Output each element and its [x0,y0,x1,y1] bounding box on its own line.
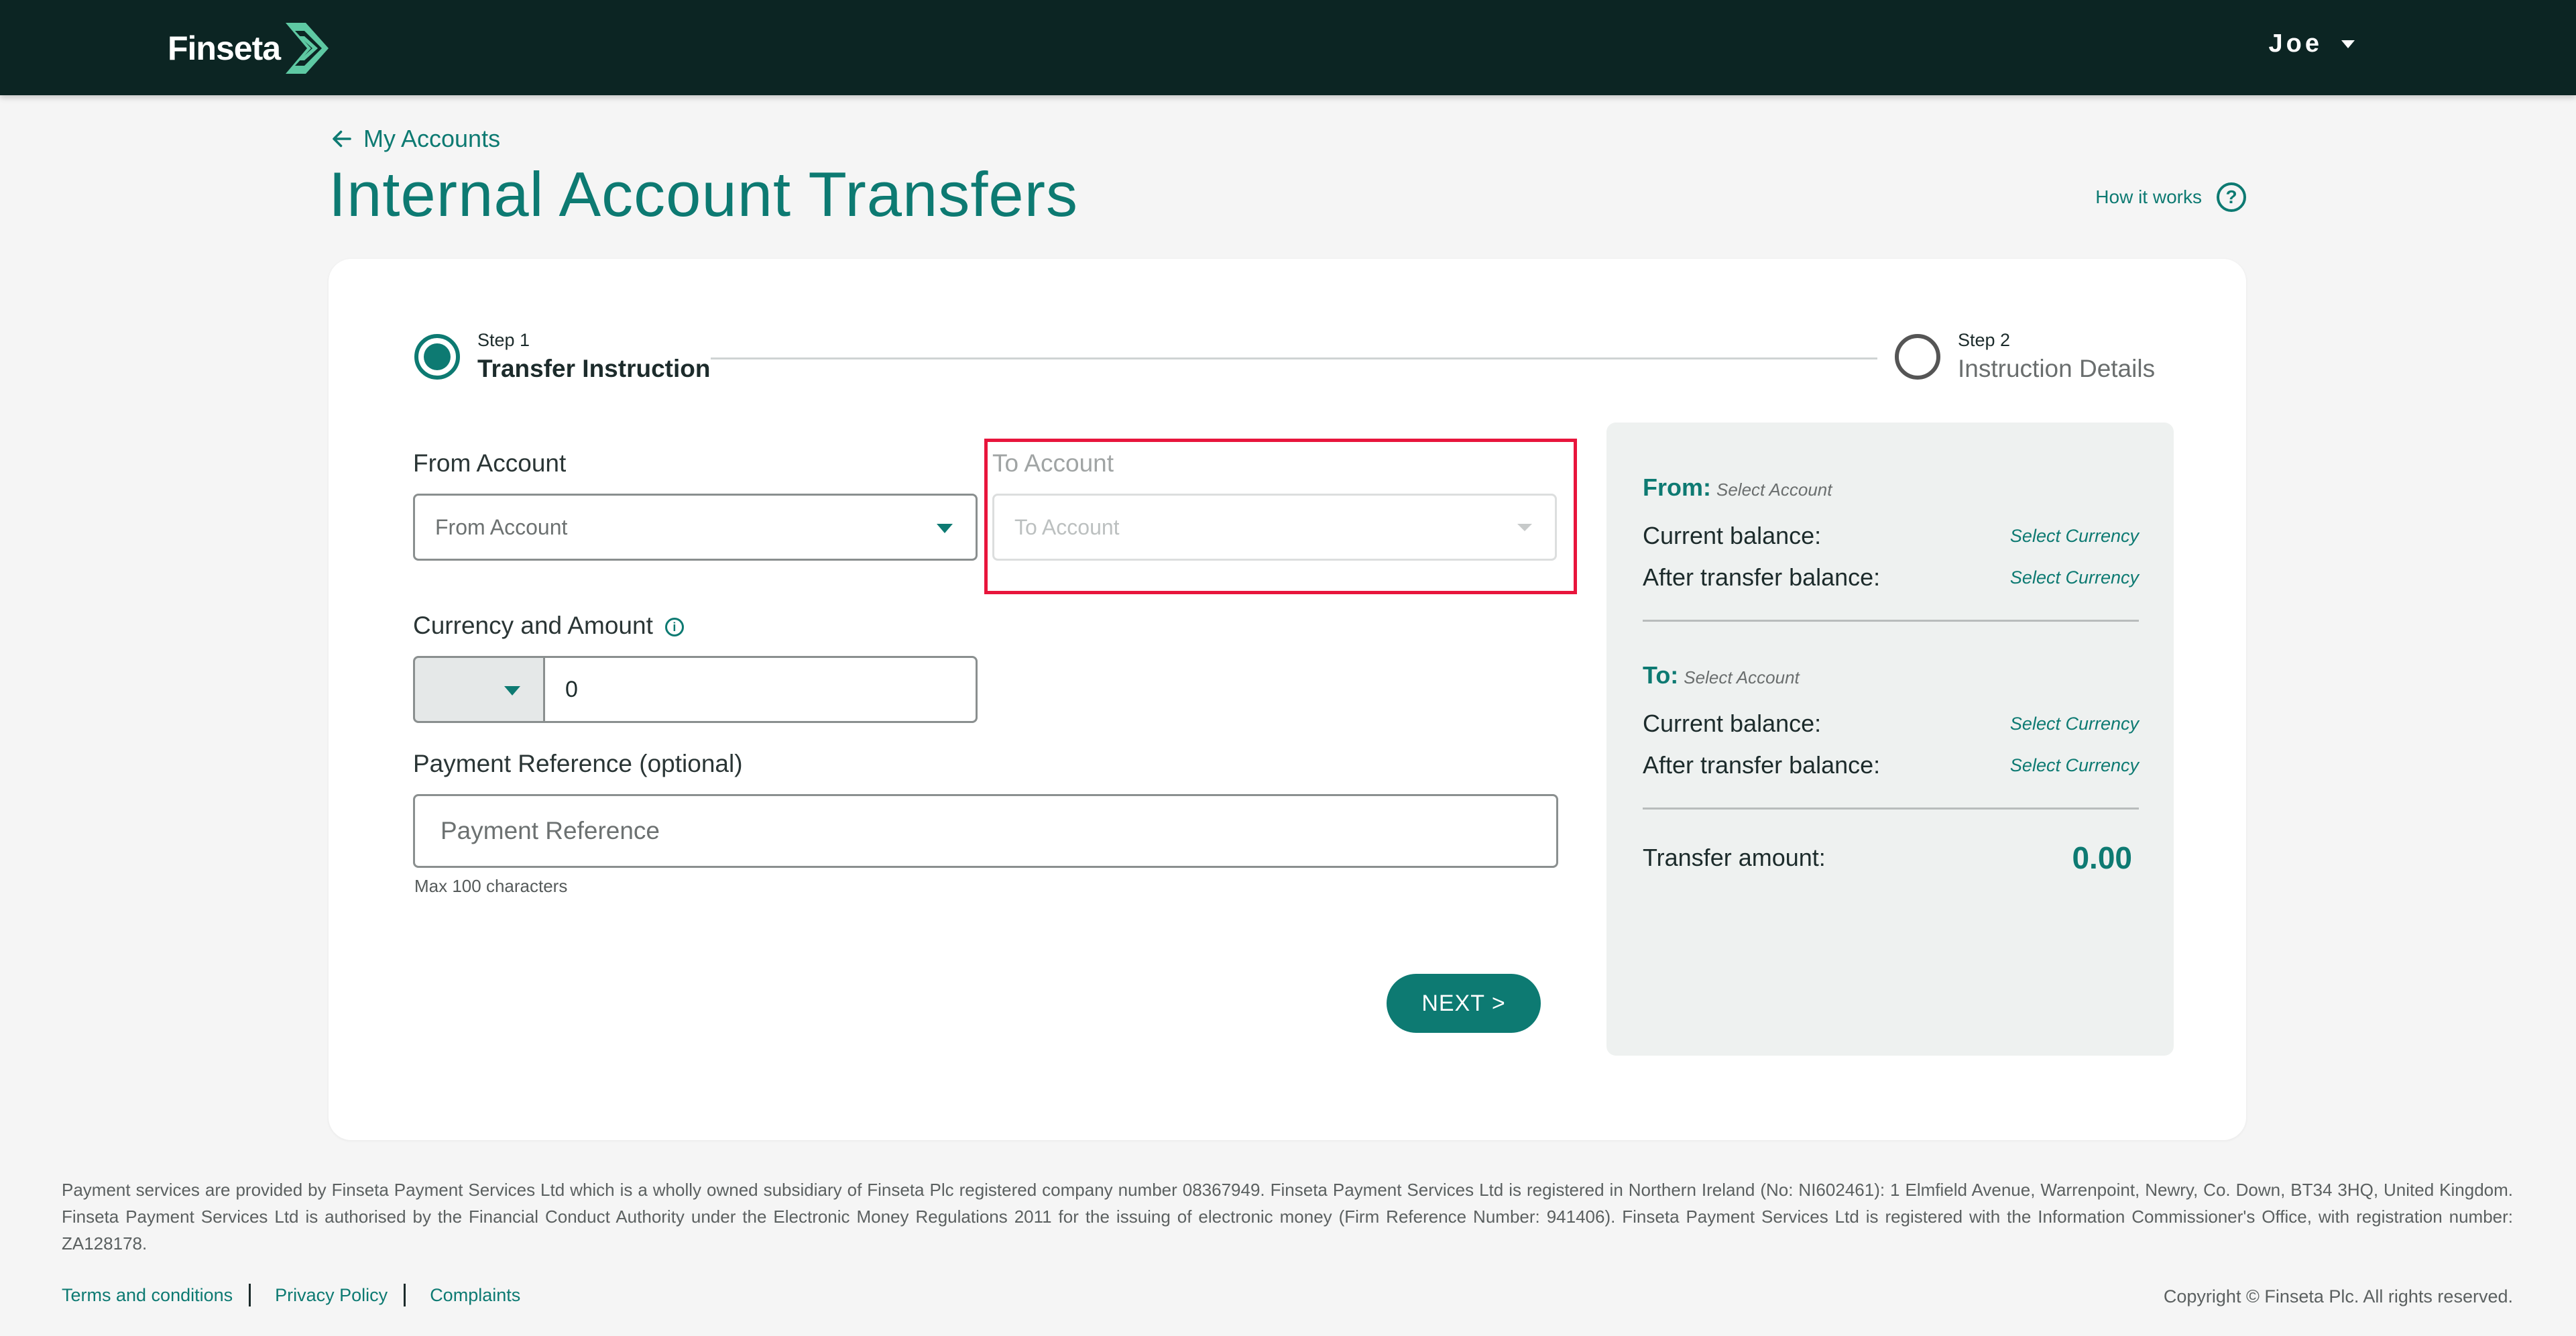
transfer-amount-row: Transfer amount: 0.00 [1643,840,2139,876]
after-balance-label: After transfer balance: [1643,563,1881,591]
payment-reference-label: Payment Reference (optional) [413,750,743,777]
link-divider [404,1284,406,1306]
currency-amount-group: 0 [413,656,978,723]
step-number: Step 1 [477,330,530,350]
from-heading-label: From: [1643,474,1711,501]
from-select-account: Select Account [1716,480,1832,500]
select-currency-value: Select Currency [2009,755,2139,775]
currency-select[interactable] [413,656,543,723]
back-to-my-accounts-link[interactable]: My Accounts [330,125,500,153]
amount-input[interactable]: 0 [543,656,978,723]
step-instruction-details: Step 2 Instruction Details [1895,330,2155,383]
footer-legal-text: Payment services are provided by Finseta… [62,1180,2513,1254]
privacy-policy-link[interactable]: Privacy Policy [275,1285,388,1306]
inactive-step-icon [1895,333,1940,380]
brand-name: Finseta [168,30,281,67]
finseta-logo[interactable]: Finseta [168,21,331,75]
transfer-summary-panel: From: Select Account Current balance: Sel… [1606,423,2174,1056]
chevron-logo-icon [286,23,329,74]
step-label: Transfer Instruction [477,355,711,382]
step-transfer-instruction: Step 1 Transfer Instruction [414,330,710,383]
stepper-line [711,357,1877,359]
arrow-left-icon [333,130,351,148]
summary-divider [1643,808,2139,810]
currency-amount-label-row: Currency and Amount i [413,612,684,640]
top-navigation-bar: Finseta Joe [0,0,2576,95]
how-it-works-label: How it works [2095,186,2202,207]
step-number: Step 2 [1958,330,2011,350]
step-label: Instruction Details [1958,355,2156,382]
from-account-select[interactable]: From Account [413,494,978,561]
caret-down-icon [937,524,953,533]
current-balance-label: Current balance: [1643,522,1822,549]
user-name: Joe [2268,30,2323,58]
to-current-balance-row: Current balance: Select Currency [1643,710,2139,738]
to-account-placeholder: To Account [1014,514,1120,539]
question-circle-icon: ? [2217,182,2246,212]
active-step-icon [414,333,460,380]
transfer-amount-value: 0.00 [2072,840,2132,875]
footer-links: Terms and conditions Privacy Policy Comp… [62,1284,520,1306]
user-menu[interactable]: Joe [2269,30,2355,58]
to-after-balance-row: After transfer balance: Select Currency [1643,751,2139,779]
to-select-account: Select Account [1684,667,1800,687]
select-currency-value: Select Currency [2009,713,2139,734]
info-icon[interactable]: i [664,618,684,637]
next-button[interactable]: NEXT > [1387,974,1541,1033]
from-current-balance-row: Current balance: Select Currency [1643,522,2139,550]
terms-and-conditions-link[interactable]: Terms and conditions [62,1285,233,1306]
to-account-label: To Account [992,449,1114,477]
back-link-label: My Accounts [363,125,501,152]
caret-down-icon [504,686,520,695]
caret-down-icon [1517,524,1532,531]
summary-to-heading: To: Select Account [1643,661,1800,689]
link-divider [249,1284,251,1306]
to-account-select[interactable]: To Account [992,494,1557,561]
select-currency-value: Select Currency [2009,525,2139,546]
after-balance-label: After transfer balance: [1643,751,1881,779]
summary-from-heading: From: Select Account [1643,474,1832,502]
payment-reference-input[interactable]: Payment Reference [413,794,1558,868]
transfer-amount-label: Transfer amount: [1643,844,1826,871]
currency-amount-label: Currency and Amount [413,612,653,639]
chevron-down-icon [2341,40,2355,48]
to-heading-label: To: [1643,661,1679,689]
select-currency-value: Select Currency [2009,567,2139,588]
reference-hint: Max 100 characters [414,876,568,896]
from-account-label: From Account [413,449,567,477]
from-after-balance-row: After transfer balance: Select Currency [1643,563,2139,592]
current-balance-label: Current balance: [1643,710,1822,737]
copyright-text: Copyright © Finseta Plc. All rights rese… [2163,1286,2513,1306]
page-title: Internal Account Transfers [329,159,1079,229]
summary-divider [1643,620,2139,622]
how-it-works-link[interactable]: How it works ? [2095,182,2246,212]
complaints-link[interactable]: Complaints [430,1285,520,1306]
from-account-placeholder: From Account [435,514,568,539]
